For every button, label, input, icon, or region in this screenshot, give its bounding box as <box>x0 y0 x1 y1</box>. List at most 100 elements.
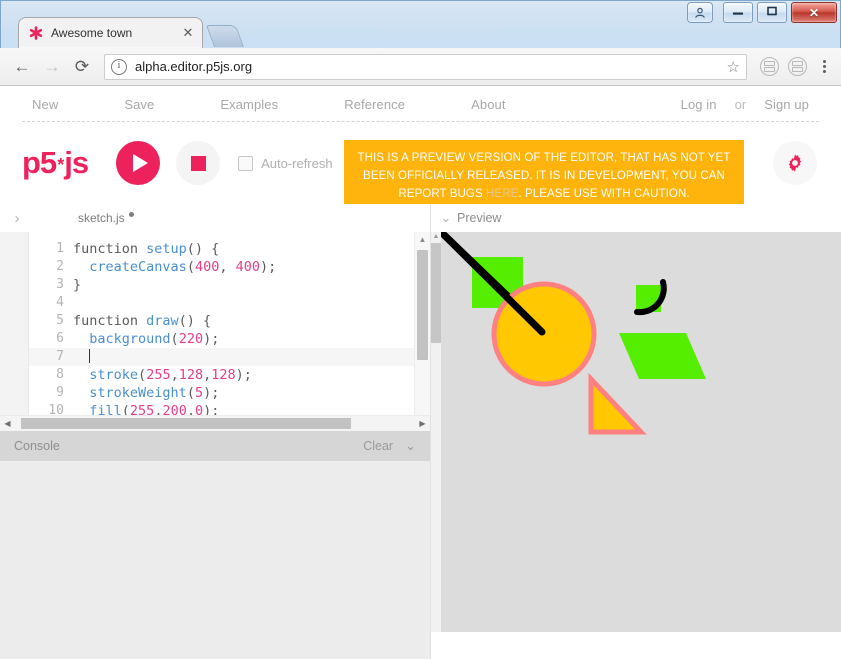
code-token: ); <box>203 331 220 347</box>
console-title: Console <box>14 438 60 453</box>
code-token: ); <box>203 385 220 401</box>
logo-star-icon: * <box>57 155 64 175</box>
scroll-left-icon[interactable]: ◀ <box>0 419 15 428</box>
p5-nav-left: New Save Examples Reference About <box>22 97 516 112</box>
chevron-down-icon[interactable]: ⌄ <box>435 210 457 226</box>
code-text[interactable]: function draw() { <box>73 312 430 330</box>
preview-vertical-scrollbar[interactable]: ▲ <box>431 232 441 659</box>
settings-button[interactable] <box>773 141 817 185</box>
code-line[interactable]: 2 createCanvas(400, 400); <box>29 258 430 276</box>
console-header[interactable]: Console Clear ⌄ <box>0 430 430 461</box>
reload-button[interactable]: ⟳ <box>68 53 96 81</box>
preview-scroll-thumb[interactable] <box>431 243 441 343</box>
back-button[interactable]: ← <box>8 53 36 81</box>
sidebar-toggle-icon[interactable]: › <box>0 210 34 227</box>
scroll-up-icon[interactable]: ▲ <box>415 232 430 247</box>
user-avatar-button[interactable] <box>687 2 713 23</box>
code-token: function <box>73 313 147 329</box>
p5-sketch-canvas[interactable] <box>441 232 841 632</box>
forward-button[interactable]: → <box>38 53 66 81</box>
code-text[interactable]: } <box>73 276 430 294</box>
code-token: ( <box>170 331 179 347</box>
extension-icon <box>759 57 779 76</box>
line-number: 6 <box>56 331 64 346</box>
line-number: 1 <box>56 241 64 256</box>
play-button[interactable] <box>116 141 161 185</box>
code-line[interactable]: 7 <box>29 348 430 366</box>
code-text[interactable]: background(220); <box>73 330 430 348</box>
code-area[interactable]: 1 function setup() {2 createCanvas(400, 4… <box>29 232 430 431</box>
code-line[interactable]: 4 <box>29 294 430 312</box>
code-token: stroke <box>89 367 139 383</box>
nav-item-examples[interactable]: Examples <box>210 97 288 112</box>
console-clear-button[interactable]: Clear <box>363 439 393 453</box>
code-text[interactable]: createCanvas(400, 400); <box>73 258 430 276</box>
code-line[interactable]: 8 stroke(255,128,128); <box>29 366 430 384</box>
code-token: strokeWeight <box>89 385 187 401</box>
file-tab-sketch-js[interactable]: sketch.js <box>78 211 134 225</box>
horizontal-scroll-thumb[interactable] <box>21 417 351 429</box>
auto-refresh-control[interactable]: Auto-refresh <box>238 155 333 171</box>
scroll-up-icon[interactable]: ▲ <box>431 232 441 242</box>
code-token: function <box>73 241 147 257</box>
address-bar[interactable]: i alpha.editor.p5js.org ☆ <box>104 53 747 80</box>
extension-button-2[interactable] <box>785 55 809 79</box>
nav-item-new[interactable]: New <box>22 97 68 112</box>
close-icon[interactable]: ✕ <box>180 25 196 41</box>
code-line[interactable]: 5 function draw() { <box>29 312 430 330</box>
auto-refresh-checkbox[interactable] <box>238 155 254 171</box>
url-text[interactable]: alpha.editor.p5js.org <box>135 59 722 74</box>
code-editor[interactable]: 1 function setup() {2 createCanvas(400, 4… <box>0 232 430 431</box>
p5js-logo[interactable]: p5 * js <box>22 145 89 181</box>
extension-button-1[interactable] <box>757 55 781 79</box>
code-text[interactable]: function setup() { <box>73 240 430 258</box>
code-text[interactable]: stroke(255,128,128); <box>73 366 430 384</box>
window-close-button[interactable]: ✕ <box>791 2 837 23</box>
code-token: () { <box>186 241 220 257</box>
page-content: New Save Examples Reference About Log in… <box>0 86 841 659</box>
code-line[interactable]: 6 background(220); <box>29 330 430 348</box>
scroll-right-icon[interactable]: ▶ <box>415 419 430 428</box>
editor-vertical-scrollbar[interactable]: ▲ ▼ <box>414 232 430 431</box>
code-line[interactable]: 3} <box>29 276 430 294</box>
file-name-label: sketch.js <box>78 211 125 225</box>
code-line[interactable]: 1 function setup() { <box>29 240 430 258</box>
kebab-menu-icon[interactable] <box>815 55 833 79</box>
code-token: 128 <box>178 367 204 383</box>
browser-tab[interactable]: Awesome town ✕ <box>18 17 203 48</box>
login-link[interactable]: Log in <box>671 97 727 112</box>
signup-link[interactable]: Sign up <box>754 97 819 112</box>
line-number: 7 <box>56 349 64 364</box>
window-controls: ✕ <box>687 2 837 23</box>
code-text[interactable] <box>73 348 430 366</box>
site-info-icon[interactable]: i <box>111 58 127 75</box>
horizontal-scroll-track[interactable] <box>15 417 415 429</box>
minimize-button[interactable] <box>723 2 753 23</box>
code-line[interactable]: 9 strokeWeight(5); <box>29 384 430 402</box>
code-token: setup <box>146 241 187 257</box>
stop-button[interactable] <box>176 141 221 185</box>
editor-horizontal-scrollbar[interactable]: ◀ ▶ <box>0 414 430 431</box>
nav-item-reference[interactable]: Reference <box>334 97 415 112</box>
logo-p5-text: p5 <box>22 145 57 180</box>
vertical-scroll-thumb[interactable] <box>417 250 428 360</box>
code-text[interactable]: strokeWeight(5); <box>73 384 430 402</box>
code-lines[interactable]: 1 function setup() {2 createCanvas(400, 4… <box>29 240 430 431</box>
extension-icon <box>787 57 807 76</box>
editor-pane: › sketch.js 1 function setup() {2 createC… <box>0 204 431 659</box>
editor-gutter <box>0 232 29 431</box>
chevron-down-icon[interactable]: ⌄ <box>405 438 416 454</box>
banner-here-link[interactable]: HERE <box>486 188 518 200</box>
bookmark-star-icon[interactable]: ☆ <box>722 58 740 76</box>
new-tab-button[interactable] <box>205 25 245 47</box>
code-token: background <box>89 331 171 347</box>
maximize-button[interactable] <box>757 2 787 23</box>
nav-item-about[interactable]: About <box>461 97 515 112</box>
sketch-shapes <box>441 232 841 632</box>
nav-item-save[interactable]: Save <box>114 97 164 112</box>
maximize-icon <box>766 6 778 19</box>
